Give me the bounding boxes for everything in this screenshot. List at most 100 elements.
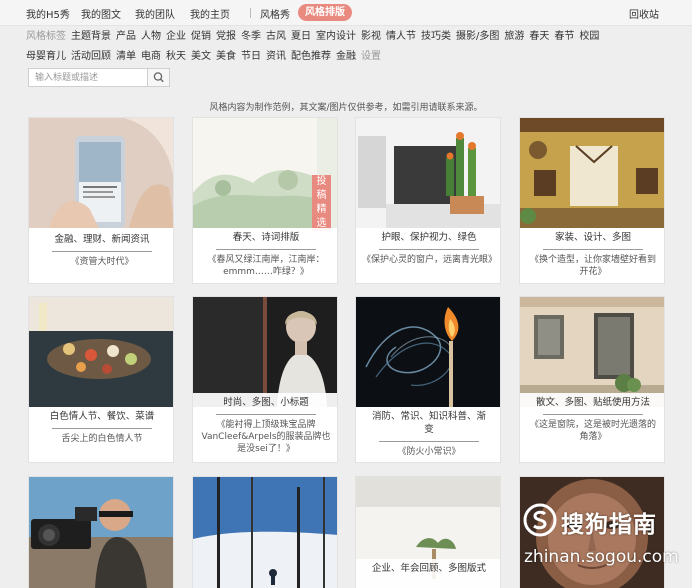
- tag-item[interactable]: 配色推荐: [291, 51, 331, 62]
- nav-my-team[interactable]: 我的团队: [135, 6, 175, 21]
- template-card[interactable]: 消防、常识、知识科普、渐变 《防火小常识》: [355, 296, 501, 463]
- nav-my-homepage[interactable]: 我的主页: [190, 6, 230, 21]
- card-tags: 企业、年会回顾、多图版式: [371, 563, 486, 574]
- card-tags: 春天、诗词排版: [232, 232, 300, 243]
- tag-item[interactable]: 室内设计: [316, 31, 356, 42]
- template-card[interactable]: [192, 476, 338, 588]
- tag-item[interactable]: 活动回顾: [71, 51, 111, 62]
- nav-style-layout-tab[interactable]: 风格排版: [298, 4, 352, 21]
- tag-item[interactable]: 党报: [216, 31, 236, 42]
- nav-style-show[interactable]: 风格秀: [260, 6, 290, 21]
- card-divider: [379, 441, 479, 442]
- card-caption: 企业、年会回顾、多图版式: [356, 559, 500, 588]
- tag-item[interactable]: 校园: [579, 31, 599, 42]
- card-divider: [52, 251, 152, 252]
- tag-row-2: 母婴育儿 活动回顾 清单 电商 秋天 美文 美食 节日 资讯 配色推荐 金融 设置: [26, 47, 386, 62]
- tag-item[interactable]: 美食: [216, 51, 236, 62]
- tag-label: 风格标签: [26, 31, 66, 42]
- card-caption: 时尚、多图、小标题 《能衬得上顶级珠宝品牌VanCleef&Arpels的服装品…: [193, 393, 337, 462]
- search-icon: [153, 72, 164, 83]
- tag-item[interactable]: 清单: [116, 51, 136, 62]
- card-tags: 金融、理财、新闻资讯: [54, 234, 150, 245]
- tag-item[interactable]: 影视: [361, 31, 381, 42]
- template-card[interactable]: 护眼、保护视力、绿色 《保护心灵的窗户，远离青光眼》: [355, 117, 501, 284]
- card-divider: [379, 249, 479, 250]
- nav-my-articles[interactable]: 我的图文: [81, 6, 121, 21]
- card-tags: 家装、设计、多图: [554, 232, 631, 243]
- card-divider: [543, 249, 643, 250]
- watermark-url: zhinan.sogou.com: [524, 547, 679, 567]
- template-card[interactable]: 家装、设计、多图 《换个造型，让你家墙壁好看到开花》: [519, 117, 665, 284]
- tag-item[interactable]: 春节: [554, 31, 574, 42]
- card-caption: 金融、理财、新闻资讯 《资管大时代》: [29, 228, 173, 283]
- card-title: 《这是窗院，这是被时光遗落的角落》: [529, 420, 656, 442]
- template-card[interactable]: 白色情人节、餐饮、菜谱 舌尖上的白色情人节: [28, 296, 174, 463]
- tag-item[interactable]: 金融: [336, 51, 356, 62]
- watermark-brand: 搜狗指南: [561, 512, 657, 538]
- card-thumbnail: [356, 297, 500, 407]
- featured-ribbon: 投稿精选: [312, 175, 331, 231]
- tag-item[interactable]: 美文: [191, 51, 211, 62]
- template-card[interactable]: 投稿精选 春天、诗词排版 《春风又绿江南岸，江南岸：emmm……咋绿？》: [192, 117, 338, 284]
- card-title: 《防火小常识》: [397, 447, 461, 457]
- card-title: 《保护心灵的窗户，远离青光眼》: [362, 255, 498, 265]
- search-button[interactable]: [147, 69, 169, 86]
- card-caption: 家装、设计、多图 《换个造型，让你家墙壁好看到开花》: [520, 228, 664, 283]
- tag-item[interactable]: 古风: [266, 31, 286, 42]
- card-thumbnail: [193, 297, 337, 407]
- card-tags: 散文、多图、贴纸使用方法: [535, 397, 650, 408]
- tag-row-1: 风格标签 主题背景 产品 人物 企业 促销 党报 冬季 古风 夏日 室内设计 影视 情人节 技巧类 摄影/多…: [26, 27, 604, 42]
- template-card[interactable]: 时尚、多图、小标题 《能衬得上顶级珠宝品牌VanCleef&Arpels的服装品…: [192, 296, 338, 463]
- template-card[interactable]: 金融、理财、新闻资讯 《资管大时代》: [28, 117, 174, 284]
- card-title: 《春风又绿江南岸，江南岸：emmm……咋绿？》: [207, 255, 325, 277]
- notice-text: 风格内容为制作范例，其文案/图片仅供参考，如需引用请联系来源。: [209, 103, 483, 113]
- nav-divider: [250, 8, 251, 18]
- tag-item[interactable]: 摄影/多图: [456, 31, 499, 42]
- tag-settings[interactable]: 设置: [361, 51, 381, 62]
- tag-item[interactable]: 节日: [241, 51, 261, 62]
- tag-item[interactable]: 冬季: [241, 31, 261, 42]
- search-box: [28, 68, 170, 87]
- card-thumbnail: [29, 477, 173, 588]
- tag-item[interactable]: 主题背景: [71, 31, 111, 42]
- nav-my-h5[interactable]: 我的H5秀: [26, 6, 70, 21]
- tag-item[interactable]: 春天: [529, 31, 549, 42]
- card-caption: 消防、常识、知识科普、渐变 《防火小常识》: [356, 407, 500, 462]
- tag-item[interactable]: 人物: [141, 31, 161, 42]
- card-title: 舌尖上的白色情人节: [61, 434, 143, 444]
- tag-item[interactable]: 秋天: [166, 51, 186, 62]
- template-card[interactable]: 企业、年会回顾、多图版式: [355, 476, 501, 588]
- tag-item[interactable]: 资讯: [266, 51, 286, 62]
- card-thumbnail: [520, 118, 664, 228]
- card-divider: [216, 414, 316, 415]
- tag-item[interactable]: 母婴育儿: [26, 51, 66, 62]
- card-tags: 消防、常识、知识科普、渐变: [371, 411, 486, 435]
- card-caption: 散文、多图、贴纸使用方法 《这是窗院，这是被时光遗落的角落》: [520, 393, 664, 462]
- card-thumbnail: [356, 118, 500, 228]
- tag-item[interactable]: 促销: [191, 31, 211, 42]
- tag-item[interactable]: 夏日: [291, 31, 311, 42]
- card-caption: 护眼、保护视力、绿色 《保护心灵的窗户，远离青光眼》: [356, 228, 500, 283]
- sogou-watermark: 搜狗指南 zhinan.sogou.com: [519, 501, 689, 585]
- tag-item[interactable]: 情人节: [386, 31, 416, 42]
- tag-item[interactable]: 产品: [116, 31, 136, 42]
- card-divider: [543, 414, 643, 415]
- tag-item[interactable]: 技巧类: [421, 31, 451, 42]
- card-title: 《能衬得上顶级珠宝品牌VanCleef&Arpels的服装品牌也是没sei了！》: [201, 420, 331, 454]
- card-thumbnail: [520, 297, 664, 407]
- tag-item[interactable]: 旅游: [504, 31, 524, 42]
- card-tags: 时尚、多图、小标题: [223, 397, 309, 408]
- card-thumbnail: [193, 477, 337, 588]
- template-card[interactable]: 散文、多图、贴纸使用方法 《这是窗院，这是被时光遗落的角落》: [519, 296, 665, 463]
- template-card[interactable]: [28, 476, 174, 588]
- search-input[interactable]: [29, 69, 147, 86]
- card-thumbnail: [29, 118, 173, 228]
- card-tags: 护眼、保护视力、绿色: [381, 232, 477, 243]
- tag-item[interactable]: 企业: [166, 31, 186, 42]
- card-title: 《资管大时代》: [70, 257, 134, 267]
- tag-item[interactable]: 电商: [141, 51, 161, 62]
- sogou-logo-icon: [523, 503, 557, 537]
- card-divider: [52, 428, 152, 429]
- card-thumbnail: [29, 297, 173, 407]
- nav-recycle-bin[interactable]: 回收站: [629, 6, 659, 21]
